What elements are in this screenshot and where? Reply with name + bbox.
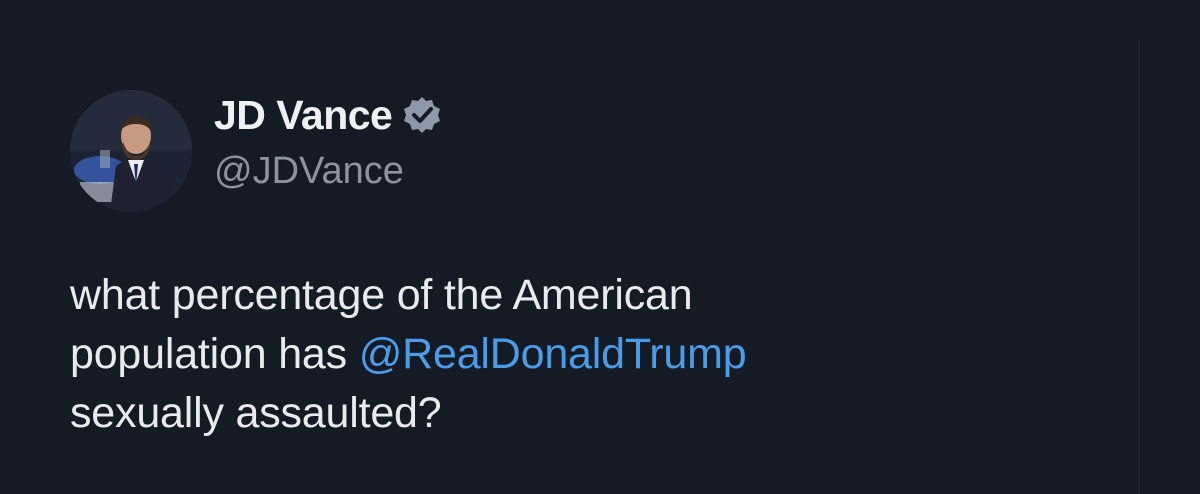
name-row: JD Vance — [214, 90, 442, 140]
tweet-text-line-2-prefix: population has — [70, 330, 359, 378]
tweet-header: JD Vance @JDVance — [214, 90, 442, 210]
tweet-text-line-3: sexually assaulted? — [70, 389, 442, 437]
tweet-text: what percentage of the American populati… — [70, 266, 1110, 443]
mention-link[interactable]: @RealDonaldTrump — [359, 330, 747, 378]
tweet-card: JD Vance @JDVance what percentage of the… — [0, 0, 1200, 494]
dark-theme-background: JD Vance @JDVance what percentage of the… — [0, 0, 1200, 494]
author-display-name[interactable]: JD Vance — [214, 90, 393, 140]
avatar[interactable] — [70, 90, 192, 212]
author-handle[interactable]: @JDVance — [214, 148, 442, 194]
tweet-text-line-1: what percentage of the American — [70, 271, 693, 319]
verified-badge-icon — [402, 95, 442, 135]
tweet-text-line-2: population has @RealDonaldTrump — [70, 325, 1110, 384]
avatar-photo — [70, 90, 192, 212]
